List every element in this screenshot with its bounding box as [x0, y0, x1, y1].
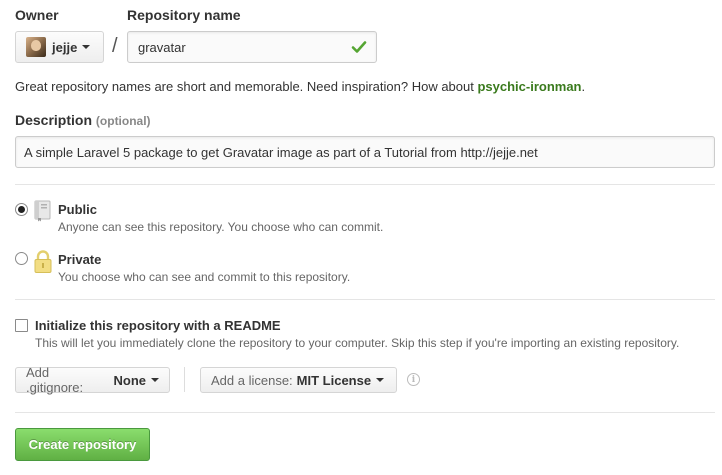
lock-icon — [34, 250, 52, 273]
vertical-divider — [184, 367, 185, 392]
license-value: MIT License — [296, 372, 372, 388]
owner-label: Owner — [15, 7, 59, 23]
repo-book-icon — [34, 200, 51, 222]
owner-select-button[interactable]: jejje — [15, 31, 104, 63]
readme-title: Initialize this repository with a README — [35, 318, 281, 333]
name-suggestion-link[interactable]: psychic-ironman — [477, 79, 581, 94]
description-label: Description (optional) — [15, 112, 151, 128]
private-title: Private — [58, 252, 102, 267]
private-desc: You choose who can see and commit to thi… — [58, 270, 351, 284]
readme-desc: This will let you immediately clone the … — [35, 336, 680, 350]
repository-name-input[interactable] — [127, 31, 377, 63]
caret-down-icon — [376, 378, 385, 382]
repository-name-hint: Great repository names are short and mem… — [15, 79, 585, 94]
public-title: Public — [58, 202, 98, 217]
description-label-text: Description — [15, 112, 93, 128]
create-repository-button[interactable]: Create repository — [15, 428, 150, 461]
gitignore-select-button[interactable]: Add .gitignore: None — [15, 365, 170, 395]
owner-username: jejje — [52, 39, 78, 55]
private-radio[interactable] — [15, 252, 28, 265]
gitignore-value: None — [113, 372, 147, 388]
hint-suffix: . — [581, 79, 586, 94]
caret-down-icon — [151, 378, 159, 382]
description-input[interactable] — [15, 136, 715, 168]
owner-repo-separator: / — [112, 35, 118, 57]
repository-name-label: Repository name — [127, 7, 241, 23]
check-icon — [351, 41, 367, 53]
divider — [15, 184, 715, 185]
optional-note: (optional) — [95, 114, 151, 128]
license-label: Add a license: — [211, 372, 293, 388]
caret-down-icon — [82, 45, 91, 49]
readme-checkbox[interactable] — [15, 319, 28, 332]
hint-text: Great repository names are short and mem… — [15, 79, 478, 94]
public-desc: Anyone can see this repository. You choo… — [58, 220, 384, 234]
public-radio[interactable] — [15, 203, 28, 216]
divider — [15, 299, 715, 300]
info-icon[interactable]: i — [407, 373, 420, 386]
license-select-button[interactable]: Add a license: MIT License — [200, 367, 397, 393]
divider — [15, 412, 715, 413]
avatar — [26, 37, 46, 57]
gitignore-label: Add .gitignore: — [26, 365, 84, 395]
